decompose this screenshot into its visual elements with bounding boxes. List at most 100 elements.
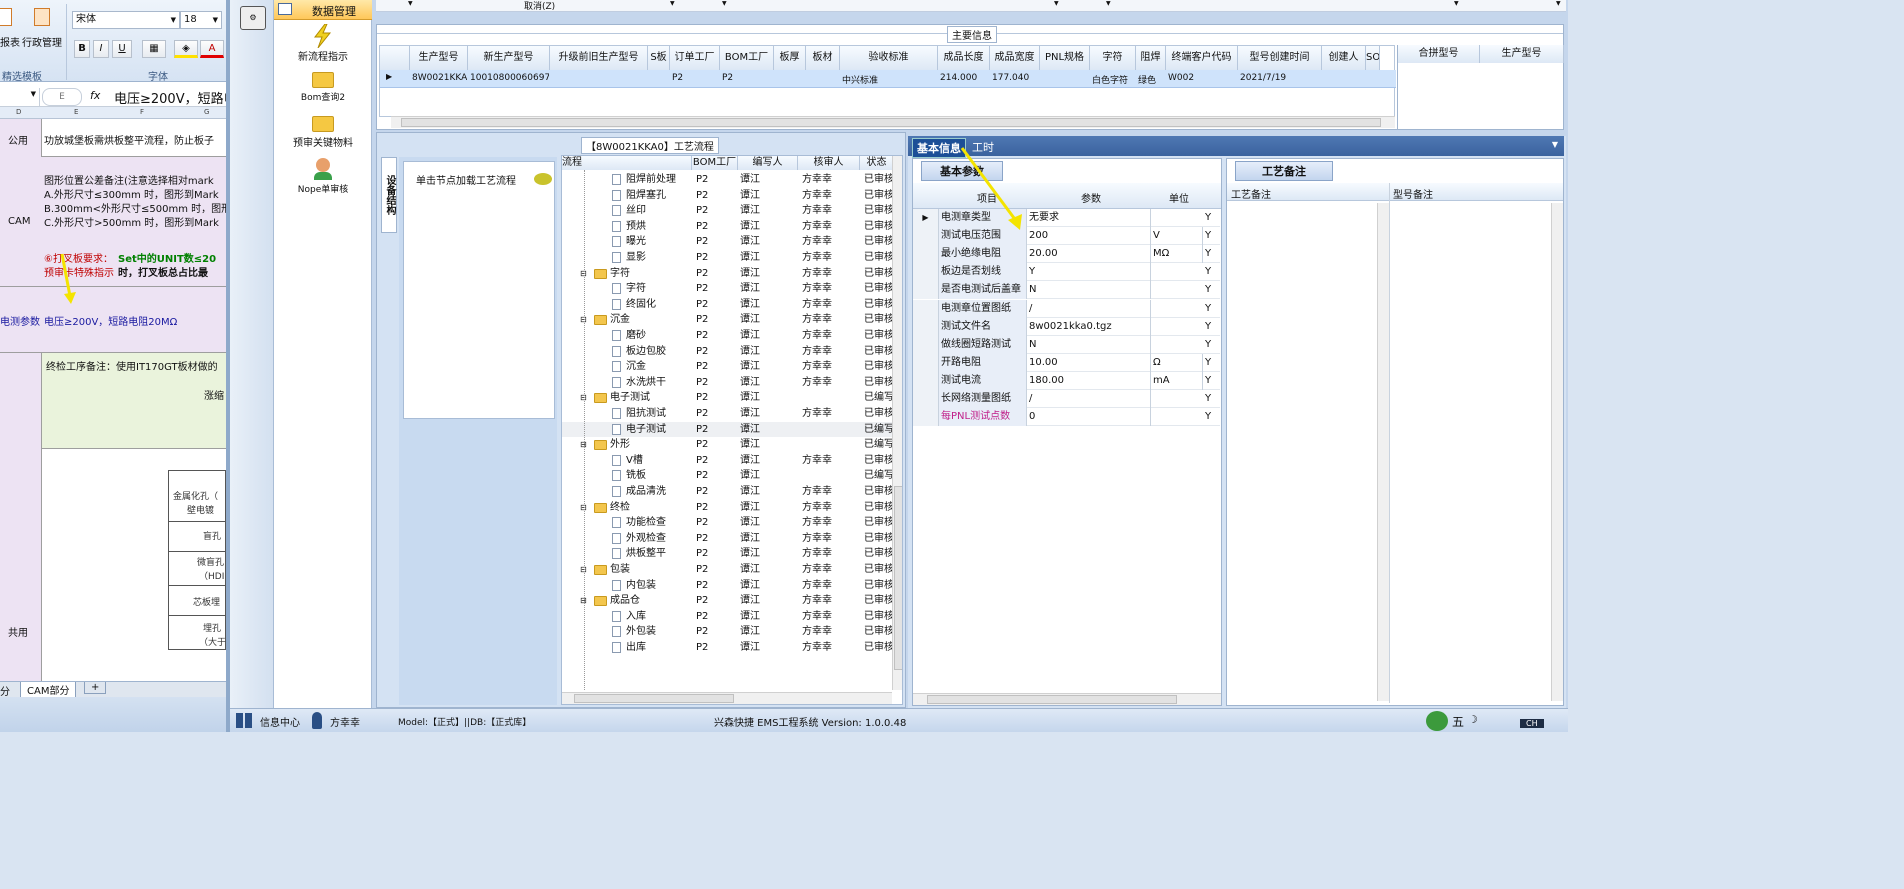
param-value[interactable]: 20.00 [1029,245,1151,264]
tree-row[interactable]: 外包装 P2 谭江 方幸幸 已审核 [562,624,892,640]
tree-row[interactable]: ⊟ 包装 P2 谭江 方幸幸 已审核 [562,562,892,578]
tab-process-remarks[interactable]: 工艺备注 [1235,161,1333,181]
cam-line-5b[interactable]: Set中的UNIT数≤20 [118,250,216,265]
cam-line-1[interactable]: 图形位置公差备注(注意选择相对mark [44,172,214,187]
param-row[interactable]: 最小绝缘电阻 20.00 MΩ Y [913,245,1220,264]
params-col-unit[interactable]: 单位 [1169,190,1189,205]
param-row[interactable]: 做线圈短路测试 N Y [913,335,1220,354]
tree-row[interactable]: ⊟ 电子测试 P2 谭江 已编写 [562,390,892,406]
tree-row[interactable]: 电子测试 P2 谭江 已编写 [562,421,892,438]
bold-button[interactable]: B [74,40,90,58]
cam-line-4[interactable]: C.外形尺寸>500mm 时，图形到Mark [44,214,219,229]
column-header[interactable]: 验收标准 [840,46,938,70]
font-color-button[interactable]: A [200,40,224,58]
column-header[interactable]: 字符 [1090,46,1136,70]
grid-icon[interactable] [236,713,252,728]
name-box-ext[interactable]: E [42,88,82,106]
column-header[interactable]: PNL规格 [1040,46,1090,70]
param-row[interactable]: 长网络测量图纸 / Y [913,390,1220,408]
cell-value[interactable]: 2021/7/19 [1240,73,1321,83]
fx-icon[interactable]: fx [90,89,100,102]
column-header[interactable]: 板材 [806,46,840,70]
column-header[interactable]: 成品宽度 [990,46,1040,70]
border-button[interactable]: ▦ [142,40,166,58]
underline-button[interactable]: U [112,40,132,58]
admin-icon[interactable] [34,8,50,26]
report-icon[interactable] [0,8,12,26]
cancel-button[interactable]: 取消(Z) [524,0,555,12]
col-header-f[interactable]: F [140,108,144,116]
app-logo-icon[interactable]: ⚙ [240,6,266,30]
param-value[interactable]: 180.00 [1029,371,1151,390]
cell-value[interactable]: 白色字符 [1092,73,1135,86]
column-header[interactable]: 成品长度 [938,46,990,70]
scroll-thumb[interactable] [574,694,734,703]
font-size-select[interactable]: 18 ▼ [180,11,222,29]
chevron-down-icon[interactable]: ▼ [1106,0,1111,7]
param-value[interactable]: 200 [1029,227,1151,246]
param-row[interactable]: 测试文件名 8w0021kka0.tgz Y [913,317,1220,336]
tree-row[interactable]: 曝光 P2 谭江 方幸幸 已审核 [562,234,892,250]
admin-button[interactable]: 行政管理 [22,34,62,49]
cell-value[interactable]: 中兴标准 [842,73,937,86]
tree-hscroll[interactable] [562,692,892,704]
tree-row[interactable]: 阻抗测试 P2 谭江 方幸幸 已审核 [562,406,892,422]
param-row[interactable]: 电测章位置图纸 / Y [913,299,1220,318]
tree-row[interactable]: 板边包胶 P2 谭江 方幸幸 已审核 [562,344,892,360]
remarks-col-model[interactable]: 型号备注 [1393,186,1433,201]
col-header-e[interactable]: E [74,108,78,116]
tree-row[interactable]: 功能检查 P2 谭江 方幸幸 已审核 [562,515,892,531]
tree-row[interactable]: 入库 P2 谭江 方幸幸 已审核 [562,609,892,625]
tree-row[interactable]: 阻焊塞孔 P2 谭江 方幸幸 已审核 [562,188,892,204]
param-value[interactable]: Y [1029,263,1151,282]
tree-column-header[interactable]: 状态 [860,156,894,170]
chevron-down-icon[interactable]: ▼ [722,0,727,7]
sheet-tab[interactable]: 分 [0,683,10,698]
column-header[interactable]: S板 [648,46,670,70]
col-header-d[interactable]: D [16,108,21,116]
param-row[interactable]: 开路电阻 10.00 Ω Y [913,353,1220,372]
params-hscroll[interactable] [913,693,1221,705]
param-row[interactable]: 板边是否划线 Y Y [913,263,1220,282]
cell-value[interactable]: W002 [1168,73,1237,83]
ime-mode[interactable]: 五 [1452,713,1464,730]
column-header[interactable]: 新生产型号 [468,46,550,70]
add-sheet-button[interactable]: + [84,682,107,694]
tree-row[interactable]: 显影 P2 谭江 方幸幸 已审核 [562,250,892,266]
tree-row[interactable]: 磨砂 P2 谭江 方幸幸 已审核 [562,328,892,344]
cam-line-3[interactable]: B.300mm<外形尺寸≤500mm 时，图形 [44,200,226,215]
tree-row[interactable]: ⊟ 字符 P2 谭江 方幸幸 已审核 [562,266,892,282]
remarks-vscroll-1[interactable] [1377,203,1389,701]
tree-row[interactable]: 铣板 P2 谭江 已编写 [562,468,892,484]
col-header-g[interactable]: G [204,108,209,116]
nav-item-bom-query[interactable]: Bom查询2 [274,70,372,110]
fill-color-button[interactable]: ◈ [174,40,198,58]
tree-row[interactable]: 终固化 P2 谭江 方幸幸 已审核 [562,297,892,313]
tree-row[interactable]: 出库 P2 谭江 方幸幸 已审核 [562,640,892,656]
chevron-down-icon[interactable]: ▼ [1054,0,1059,7]
tree-row[interactable]: 字符 P2 谭江 方幸幸 已审核 [562,281,892,297]
param-row[interactable]: 是否电测试后盖章 N Y [913,281,1220,300]
nav-item-nope-review[interactable]: Nope单审核 [274,156,372,196]
column-header[interactable]: 板厚 [774,46,806,70]
scroll-thumb[interactable] [927,695,1177,704]
font-name-select[interactable]: 宋体 ▼ [72,11,180,29]
tree-row[interactable]: 内包装 P2 谭江 方幸幸 已审核 [562,578,892,594]
ime-lang[interactable]: CH [1520,719,1544,728]
tree-column-header[interactable]: 核审人 [798,156,860,170]
param-value[interactable]: 0 [1029,408,1151,427]
tree-column-header[interactable]: 流程 [562,156,692,170]
cell-value[interactable]: P2 [722,73,773,83]
column-header[interactable]: 订单工厂 [670,46,720,70]
cell-final-check[interactable]: 终检工序备注：使用IT170GT板材做的 [46,358,218,373]
chevron-down-icon[interactable]: ▼ [1552,140,1558,149]
formula-input[interactable]: 电压≥200V，短路电 [114,88,226,107]
ime-logo-icon[interactable] [1426,711,1448,731]
tree-row[interactable]: 阻焊前处理 P2 谭江 方幸幸 已审核 [562,172,892,188]
tree-row[interactable]: 沉金 P2 谭江 方幸幸 已审核 [562,359,892,375]
chevron-down-icon[interactable]: ▼ [408,0,413,7]
side-col-header[interactable]: 生产型号 [1480,45,1564,63]
cam-line-2[interactable]: A.外形尺寸≤300mm 时，图形到Mark [44,186,219,201]
tree-row[interactable]: 丝印 P2 谭江 方幸幸 已审核 [562,203,892,219]
column-header[interactable]: 生产型号 [410,46,468,70]
